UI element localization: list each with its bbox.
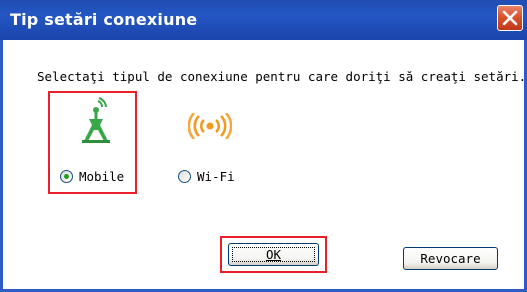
ok-button[interactable]: OK: [228, 243, 319, 266]
radio-button-wifi[interactable]: [178, 169, 191, 183]
cancel-button[interactable]: Revocare: [403, 247, 498, 270]
window-title: Tip setări conexiune: [10, 10, 198, 29]
close-button[interactable]: [497, 5, 523, 31]
radio-option-mobile[interactable]: Mobile: [60, 167, 124, 185]
cancel-button-label: Revocare: [420, 251, 481, 266]
title-bar: Tip setări conexiune: [0, 0, 527, 40]
radio-option-wifi[interactable]: Wi-Fi: [178, 167, 235, 185]
ok-button-label: OK: [265, 247, 282, 262]
radio-label-mobile: Mobile: [79, 168, 125, 184]
instruction-text: Selectaţi tipul de conexiune pentru care…: [37, 69, 527, 84]
radio-button-mobile[interactable]: [60, 169, 73, 183]
close-icon: [502, 10, 518, 26]
wifi-icon: [188, 113, 232, 139]
connection-settings-dialog: Tip setări conexiune Selectaţi tipul de …: [0, 0, 527, 292]
window-border-left: [0, 40, 3, 292]
radio-label-wifi: Wi-Fi: [197, 168, 235, 184]
mobile-antenna-icon: [82, 97, 110, 143]
